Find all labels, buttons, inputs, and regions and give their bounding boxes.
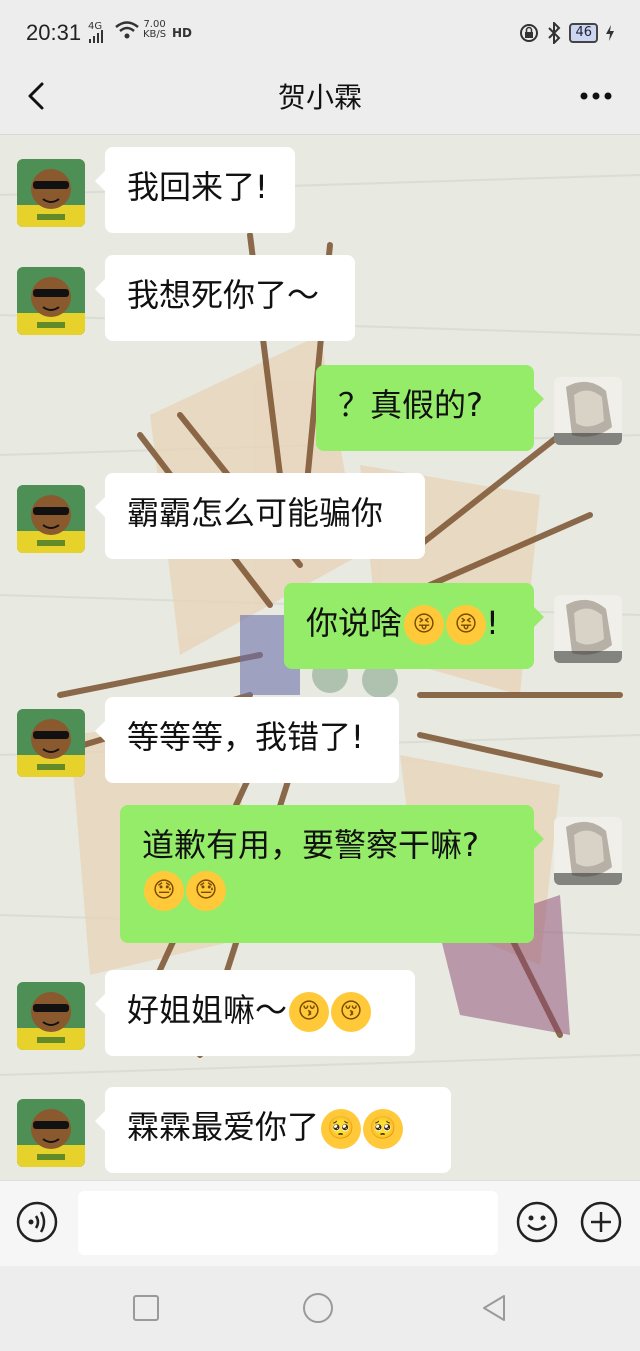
message-row: 我想死你了～ [0, 255, 640, 341]
contact-avatar[interactable] [17, 982, 85, 1050]
message-text: 霖霖最爱你了 [127, 1108, 320, 1146]
message-text: 我想死你了～ [127, 276, 320, 314]
message-row: 霖霖最爱你了 🥺 🥺 [0, 1087, 640, 1173]
message-row: ？真假的? [0, 365, 640, 451]
my-avatar[interactable] [554, 595, 622, 663]
message-row: 等等等，我错了! [0, 697, 640, 783]
message-row: 道歉有用，要警察干嘛? 😓 😓 [0, 805, 640, 943]
bluetooth-icon [548, 22, 561, 44]
home-icon[interactable] [302, 1292, 334, 1324]
message-row: 好姐姐嘛～ 😚 😚 [0, 970, 640, 1056]
message-row: 你说啥 😝 😝! [0, 583, 640, 669]
incoming-message-bubble[interactable]: 霖霖最爱你了 🥺 🥺 [95, 1087, 451, 1173]
emoji-icon: 😚 [289, 992, 330, 1032]
emoji-icon: 🥺 [321, 1109, 362, 1149]
message-input[interactable] [78, 1191, 498, 1255]
message-text: 道歉有用，要警察干嘛? [142, 826, 479, 864]
hd-indicator: HD [172, 26, 193, 40]
message-text: 你说啥 [306, 604, 403, 642]
outgoing-message-bubble[interactable]: ？真假的? [316, 365, 544, 451]
incoming-message-bubble[interactable]: 等等等，我错了! [95, 697, 399, 783]
contact-avatar[interactable] [17, 485, 85, 553]
signal-bars-icon [89, 30, 103, 43]
emoji-icon: 😓 [144, 871, 184, 911]
wifi-icon [115, 21, 139, 39]
contact-avatar[interactable] [17, 1099, 85, 1167]
message-text: 好姐姐嘛～ [127, 991, 288, 1029]
signal-indicator: 4G [88, 22, 103, 43]
my-avatar[interactable] [554, 377, 622, 445]
outgoing-message-bubble[interactable]: 道歉有用，要警察干嘛? 😓 😓 [120, 805, 544, 943]
lock-rotation-icon [520, 24, 539, 42]
charging-icon [606, 25, 614, 41]
smile-icon[interactable] [516, 1201, 558, 1243]
incoming-message-bubble[interactable]: 我想死你了～ [95, 255, 355, 341]
contact-avatar[interactable] [17, 267, 85, 335]
system-navigation-bar [0, 1266, 640, 1351]
emoji-icon: 😚 [331, 992, 372, 1032]
chat-area[interactable]: 我回来了! 我想死你了～ ？真假的? 霸霸怎么可能骗你 你说啥 😝 😝! 等等等，我错了! 道歉… [0, 135, 640, 1180]
message-text: 等等等，我错了! [127, 718, 364, 756]
message-row: 霸霸怎么可能骗你 [0, 473, 640, 559]
more-dots-icon[interactable] [576, 78, 616, 114]
contact-avatar[interactable] [17, 709, 85, 777]
status-time: 20:31 [26, 20, 82, 45]
outgoing-message-bubble[interactable]: 你说啥 😝 😝! [284, 583, 544, 669]
input-bar [0, 1180, 640, 1267]
incoming-message-bubble[interactable]: 霸霸怎么可能骗你 [95, 473, 425, 559]
voice-icon[interactable] [16, 1201, 58, 1243]
incoming-message-bubble[interactable]: 我回来了! [95, 147, 295, 233]
incoming-message-bubble[interactable]: 好姐姐嘛～ 😚 😚 [95, 970, 415, 1056]
status-bar: 20:31 4G 7.00 KB/S HD 46 [0, 0, 640, 62]
message-suffix: ! [486, 604, 499, 642]
emoji-icon: 🥺 [363, 1109, 404, 1149]
battery-indicator: 46 [569, 23, 598, 43]
message-text: 霸霸怎么可能骗你 [127, 494, 384, 532]
message-text: ？真假的? [338, 386, 483, 424]
back-triangle-icon[interactable] [478, 1292, 510, 1324]
chat-title: 贺小霖 [277, 81, 362, 114]
my-avatar[interactable] [554, 817, 622, 885]
chat-header: 贺小霖 [0, 62, 640, 135]
status-right: 46 [519, 22, 614, 44]
contact-avatar[interactable] [17, 159, 85, 227]
emoji-icon: 😝 [404, 605, 445, 645]
recent-apps-icon[interactable] [130, 1292, 162, 1324]
message-row: 我回来了! [0, 147, 640, 233]
emoji-icon: 😝 [446, 605, 487, 645]
emoji-icon: 😓 [186, 871, 226, 911]
message-text: 我回来了! [127, 168, 268, 206]
net-speed-unit: KB/S [143, 29, 167, 40]
plus-circle-icon[interactable] [580, 1201, 622, 1243]
net-speed: 7.00 KB/S [143, 20, 166, 40]
